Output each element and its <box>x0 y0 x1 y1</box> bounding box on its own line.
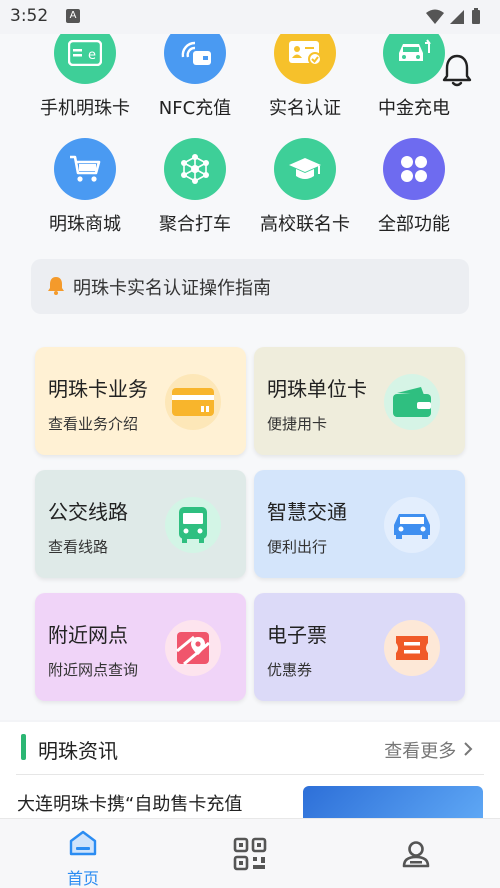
all-functions-icon <box>383 138 445 200</box>
notice-text: 明珠卡实名认证操作指南 <box>73 277 271 299</box>
card-subtitle: 便捷用卡 <box>267 415 328 433</box>
grid-item-nfc[interactable]: NFC充值 <box>140 22 250 120</box>
card-subtitle: 附近网点查询 <box>48 661 139 679</box>
news-section: 明珠资讯 查看更多 大连明珠卡携“自助售卡充值 <box>0 722 500 822</box>
graduation-cap-icon <box>274 138 336 200</box>
svg-text:e: e <box>88 48 96 63</box>
card-bus-routes[interactable]: 公交线路 查看线路 <box>35 470 246 578</box>
person-icon <box>366 839 466 873</box>
grid-label: 全部功能 <box>378 214 450 235</box>
signal-icon <box>450 10 464 24</box>
car-icon <box>384 497 440 553</box>
map-pin-icon <box>165 620 221 676</box>
card-title: 明珠卡业务 <box>48 377 148 401</box>
qr-code-icon <box>200 837 300 875</box>
grid-label: 聚合打车 <box>159 214 231 235</box>
wallet-icon <box>384 374 440 430</box>
tab-home[interactable]: 首页 <box>33 819 133 888</box>
status-time: 3:52 <box>10 6 49 26</box>
grid-label: 明珠商城 <box>49 214 121 235</box>
card-title: 公交线路 <box>48 500 128 524</box>
card-pearl-card-business[interactable]: 明珠卡业务 查看业务介绍 <box>35 347 246 455</box>
grid-label: NFC充值 <box>158 98 232 119</box>
bottom-tab-bar: 首页 <box>0 818 500 888</box>
card-title: 电子票 <box>267 623 327 647</box>
status-bar: 3:52 A <box>0 0 500 34</box>
bus-icon <box>165 497 221 553</box>
card-title: 明珠单位卡 <box>267 377 367 401</box>
card-nearby-outlets[interactable]: 附近网点 附近网点查询 <box>35 593 246 701</box>
battery-icon <box>472 10 480 24</box>
grid-item-college-card[interactable]: 高校联名卡 <box>250 138 360 236</box>
grid-item-mall[interactable]: 明珠商城 <box>30 138 140 236</box>
news-more-link[interactable]: 查看更多 <box>384 737 474 763</box>
card-subtitle: 查看业务介绍 <box>48 415 139 433</box>
chevron-right-icon <box>462 741 474 762</box>
card-subtitle: 便利出行 <box>267 538 328 556</box>
tab-profile[interactable] <box>366 819 466 888</box>
card-subtitle: 查看线路 <box>48 538 109 556</box>
card-unit-card[interactable]: 明珠单位卡 便捷用卡 <box>254 347 465 455</box>
home-icon <box>33 829 133 861</box>
grid-label: 实名认证 <box>269 98 341 119</box>
grid-item-mobile-card[interactable]: e 手机明珠卡 <box>30 22 140 120</box>
divider <box>16 774 484 775</box>
news-more-label: 查看更多 <box>384 741 457 762</box>
card-smart-traffic[interactable]: 智慧交通 便利出行 <box>254 470 465 578</box>
wifi-icon <box>426 9 444 24</box>
card-subtitle: 优惠券 <box>267 661 313 679</box>
notification-icon: A <box>66 9 80 23</box>
tab-scan[interactable] <box>200 819 300 888</box>
news-thumbnail[interactable] <box>303 786 483 822</box>
card-title: 智慧交通 <box>267 500 347 524</box>
news-title: 明珠资讯 <box>38 739 118 763</box>
grid-item-all-functions[interactable]: 全部功能 <box>359 138 469 236</box>
status-icons <box>424 8 488 30</box>
bank-card-icon <box>165 374 221 430</box>
tab-home-label: 首页 <box>66 869 99 888</box>
news-item-title[interactable]: 大连明珠卡携“自助售卡充值 <box>17 790 242 816</box>
bell-icon[interactable] <box>440 50 474 94</box>
section-accent-bar <box>21 734 26 760</box>
grid-item-id-verify[interactable]: 实名认证 <box>250 22 360 120</box>
ticket-icon <box>384 620 440 676</box>
grid-label: 中金充电 <box>378 98 450 119</box>
grid-label: 手机明珠卡 <box>40 98 130 119</box>
cart-icon <box>54 138 116 200</box>
grid-label: 高校联名卡 <box>260 214 350 235</box>
grid-item-taxi[interactable]: 聚合打车 <box>140 138 250 236</box>
notice-bell-icon <box>47 275 65 299</box>
card-title: 附近网点 <box>48 623 128 647</box>
network-icon <box>164 138 226 200</box>
card-e-ticket[interactable]: 电子票 优惠券 <box>254 593 465 701</box>
notice-banner[interactable]: 明珠卡实名认证操作指南 <box>31 259 469 314</box>
